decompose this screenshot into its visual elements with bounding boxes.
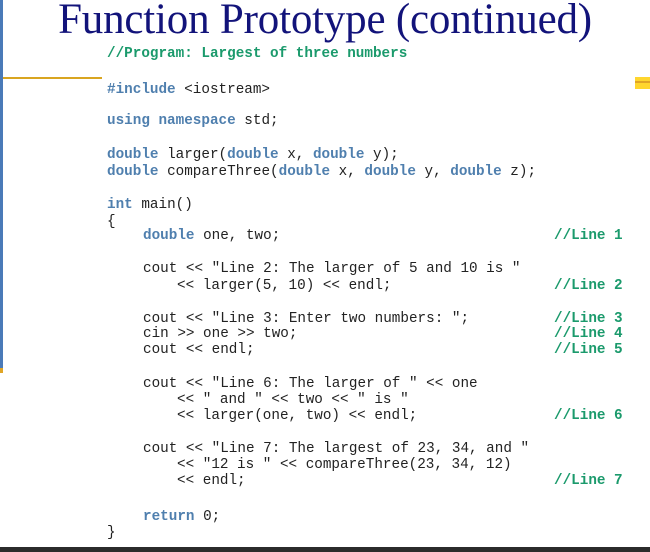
using-line: using namespace std; [107, 113, 279, 129]
keyword: double [107, 147, 159, 163]
code-text: x, [278, 147, 313, 163]
code-text: <iostream> [175, 82, 271, 98]
keyword: int [107, 197, 133, 213]
prototype-larger: double larger(double x, double y); [107, 147, 399, 163]
code-line-4: cin >> one >> two; [143, 326, 298, 342]
bottom-dark-bar [0, 547, 650, 552]
code-line-3: cout << "Line 3: Enter two numbers: "; [143, 311, 470, 327]
keyword: double [278, 164, 331, 180]
keyword: double [107, 164, 159, 180]
code-text: y); [364, 147, 399, 163]
header-comment: //Program: Largest of three numbers [107, 46, 408, 62]
open-brace: { [107, 214, 116, 230]
prototype-compare-three: double compareThree(double x, double y, … [107, 164, 536, 180]
code-line-6c: << larger(one, two) << endl; [177, 408, 418, 424]
code-text: one, two; [194, 228, 281, 244]
line-comment-1: //Line 1 [554, 228, 623, 244]
code-line-6a: cout << "Line 6: The larger of " << one [143, 376, 478, 392]
code-line-2b: << larger(5, 10) << endl; [177, 278, 392, 294]
line-comment-3: //Line 3 [554, 311, 623, 327]
line-comment-7: //Line 7 [554, 473, 623, 489]
line-comment-5: //Line 5 [554, 342, 623, 358]
code-text: x, [330, 164, 365, 180]
code-text: larger( [158, 147, 228, 163]
code-text: compareThree( [158, 164, 279, 180]
include-line: #include <iostream> [107, 82, 270, 98]
keyword: double [312, 147, 365, 163]
main-signature: int main() [107, 197, 193, 213]
keyword: double [227, 147, 279, 163]
code-line-7a: cout << "Line 7: The largest of 23, 34, … [143, 441, 530, 457]
keyword: double [364, 164, 416, 180]
code-text: z); [501, 164, 537, 180]
line-comment-4: //Line 4 [554, 326, 623, 342]
code-line-6b: << " and " << two << " is " [177, 392, 409, 408]
keyword: double [450, 164, 502, 180]
keyword: return [143, 509, 195, 525]
code-text: std; [235, 113, 279, 129]
code-text: 0; [194, 509, 221, 525]
code-line-5: cout << endl; [143, 342, 255, 358]
keyword: #include [107, 82, 176, 98]
keyword: using namespace [107, 113, 236, 129]
declaration-line: double one, two; [143, 228, 280, 244]
code-text: y, [415, 164, 451, 180]
close-brace: } [107, 525, 116, 541]
line-comment-6: //Line 6 [554, 408, 623, 424]
code-line-2a: cout << "Line 2: The larger of 5 and 10 … [143, 261, 521, 277]
code-listing: //Program: Largest of three numbers #inc… [0, 0, 650, 552]
code-line-7b: << "12 is " << compareThree(23, 34, 12) [177, 457, 512, 473]
keyword: double [143, 228, 195, 244]
return-line: return 0; [143, 509, 220, 525]
code-text: main() [132, 197, 193, 213]
line-comment-2: //Line 2 [554, 278, 623, 294]
code-line-7c: << endl; [177, 473, 246, 489]
